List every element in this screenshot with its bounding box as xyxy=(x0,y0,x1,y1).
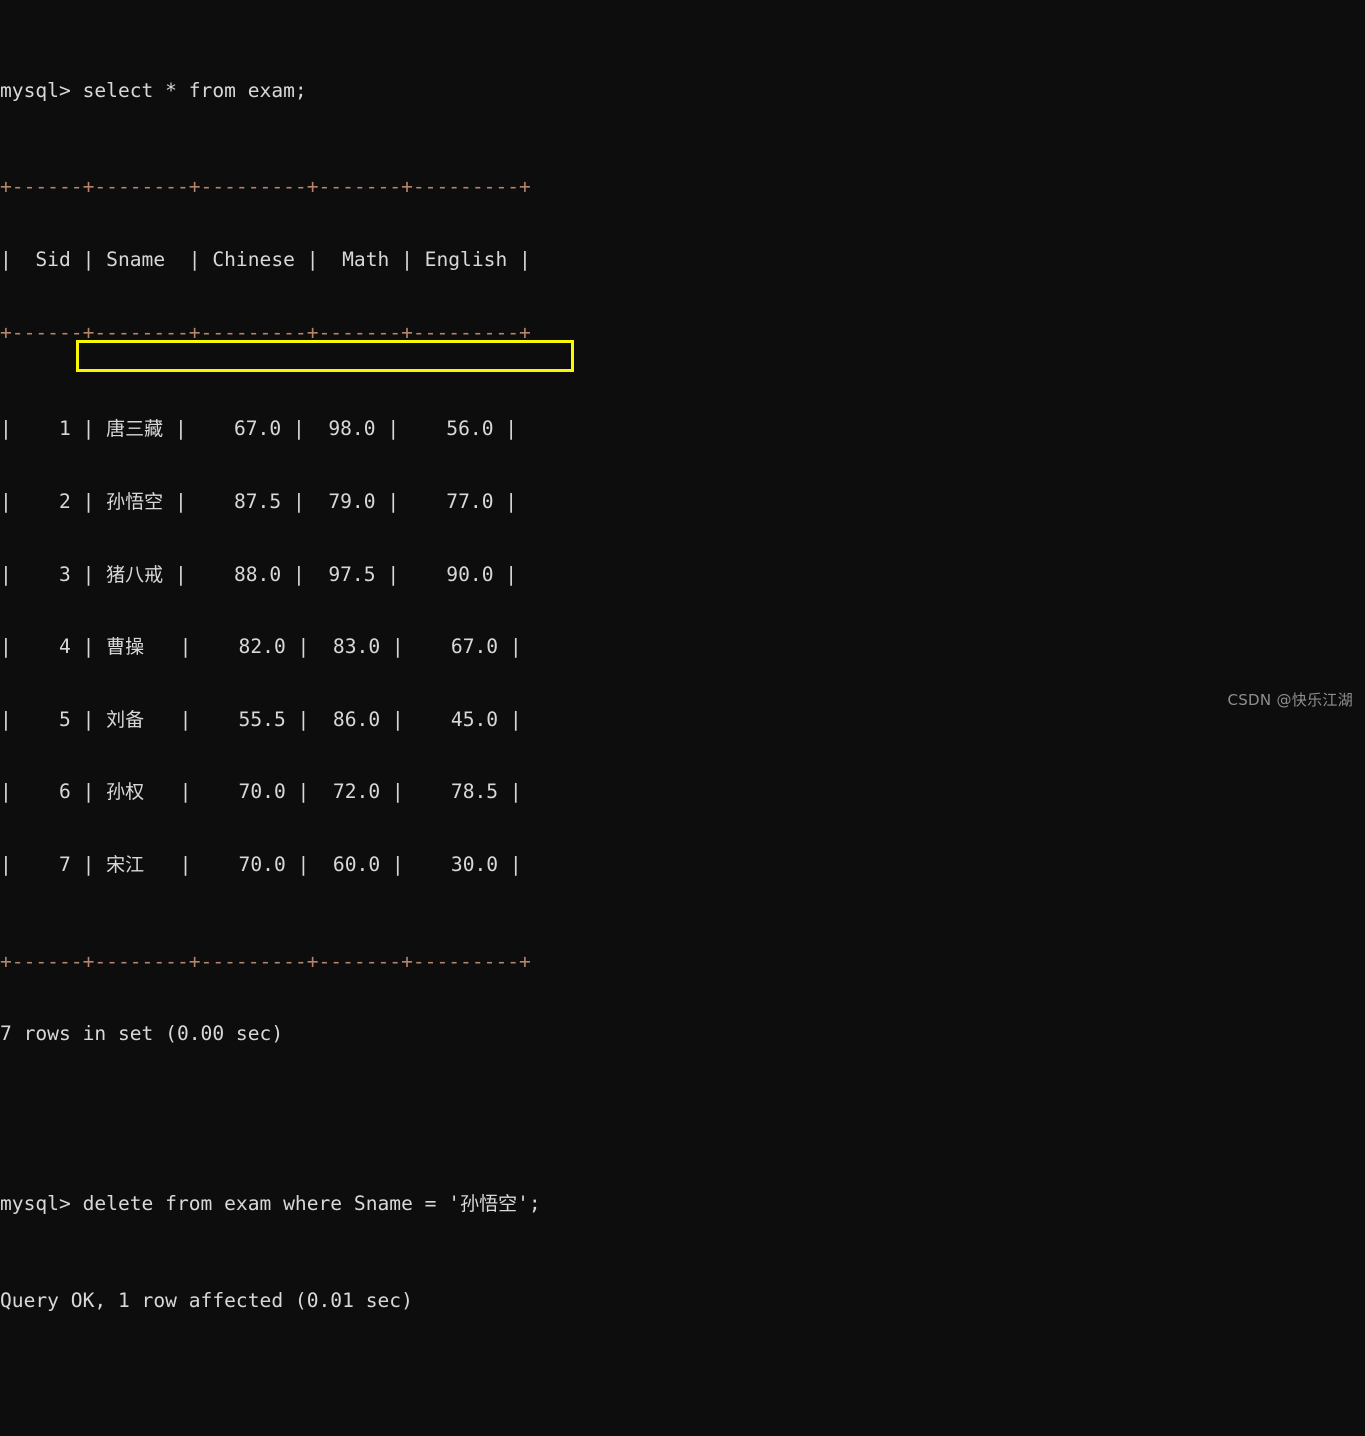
row-sname: 刘备 xyxy=(106,708,145,731)
table-rule-bottom-1: +------+--------+---------+-------+-----… xyxy=(0,949,531,973)
row-sid: | 4 | xyxy=(0,635,107,659)
terminal-window: mysql> select * from exam; +------+-----… xyxy=(0,0,1365,1312)
result-status-1: 7 rows in set (0.00 sec) xyxy=(0,1022,284,1046)
row-sname: 宋江 xyxy=(106,853,145,876)
delete-command-part-2: '; xyxy=(517,1191,541,1215)
table-row: | 4 | 曹操 | 82.0 | 83.0 | 67.0 | xyxy=(0,635,541,659)
row-sid: | 3 | xyxy=(0,562,107,586)
row-sid: | 1 | xyxy=(0,417,107,441)
row-sid: | 7 | xyxy=(0,852,107,876)
terminal-output[interactable]: mysql> select * from exam; +------+-----… xyxy=(0,6,541,1436)
table-header-row-1: | Sid | Sname | Chinese | Math | English… xyxy=(0,248,531,271)
row-scores: | 70.0 | 60.0 | 30.0 | xyxy=(144,852,522,876)
watermark-text: CSDN @快乐江湖 xyxy=(1227,691,1353,709)
table-row: | 1 | 唐三藏 | 67.0 | 98.0 | 56.0 | xyxy=(0,417,541,441)
result-status-delete: Query OK, 1 row affected (0.01 sec) xyxy=(0,1288,413,1312)
table-row: | 6 | 孙权 | 70.0 | 72.0 | 78.5 | xyxy=(0,780,541,804)
row-sname: 唐三藏 xyxy=(106,418,164,441)
delete-command-value: 孙悟空 xyxy=(460,1192,518,1215)
table-row: | 2 | 孙悟空 | 87.5 | 79.0 | 77.0 | xyxy=(0,490,541,514)
table-row: | 5 | 刘备 | 55.5 | 86.0 | 45.0 | xyxy=(0,708,541,732)
row-scores: | 82.0 | 83.0 | 67.0 | xyxy=(144,635,522,659)
prompt-text: mysql> select * from exam; xyxy=(0,78,307,102)
row-sname: 孙悟空 xyxy=(106,490,164,513)
prompt-text: mysql> xyxy=(0,1191,83,1215)
row-sname: 孙权 xyxy=(106,781,145,804)
row-sname: 猪八戒 xyxy=(106,563,164,586)
row-scores: | 55.5 | 86.0 | 45.0 | xyxy=(144,707,522,731)
command-line-delete: mysql> delete from exam where Sname = '孙… xyxy=(0,1192,541,1216)
table-rule-mid-1: +------+--------+---------+-------+-----… xyxy=(0,320,531,344)
row-scores: | 88.0 | 97.5 | 90.0 | xyxy=(163,562,518,586)
row-scores: | 70.0 | 72.0 | 78.5 | xyxy=(144,780,522,804)
row-sid: | 6 | xyxy=(0,780,107,804)
command-line-select-1: mysql> select * from exam; xyxy=(0,79,541,103)
row-sid: | 5 | xyxy=(0,707,107,731)
table-row: | 7 | 宋江 | 70.0 | 60.0 | 30.0 | xyxy=(0,853,541,877)
row-scores: | 67.0 | 98.0 | 56.0 | xyxy=(163,417,518,441)
delete-command-part-1: delete from exam where Sname = ' xyxy=(82,1191,461,1215)
row-sname: 曹操 xyxy=(106,636,145,659)
table-row: | 3 | 猪八戒 | 88.0 | 97.5 | 90.0 | xyxy=(0,563,541,587)
row-scores: | 87.5 | 79.0 | 77.0 | xyxy=(163,489,518,513)
table-rule-top-1: +------+--------+---------+-------+-----… xyxy=(0,175,531,199)
row-sid: | 2 | xyxy=(0,489,107,513)
